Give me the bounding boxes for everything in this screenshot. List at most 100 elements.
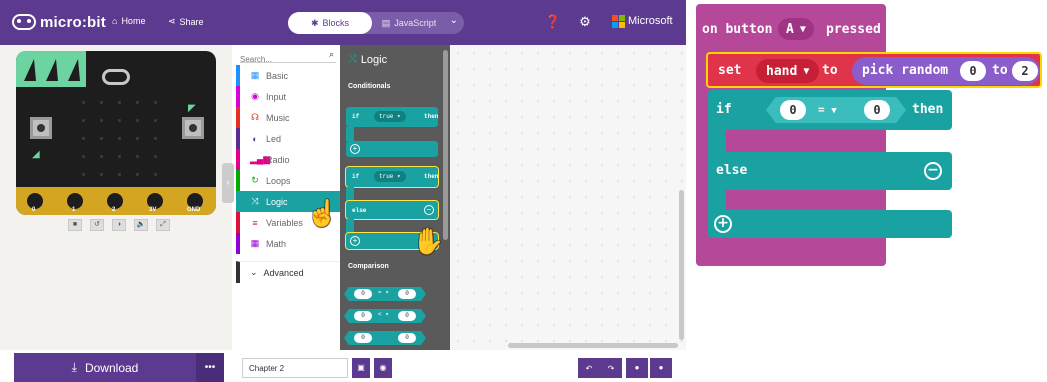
github-button[interactable]: ◉ [374, 358, 392, 378]
category-input[interactable]: ◉ Input [236, 86, 340, 107]
else-row: else − [708, 152, 952, 190]
minus-icon[interactable]: − [424, 205, 434, 215]
slowmo-button[interactable]: ◑ [112, 219, 126, 231]
mute-button[interactable]: 🔈 [134, 219, 148, 231]
if-label: if [352, 173, 360, 180]
category-math[interactable]: ▦ Math [236, 233, 340, 254]
category-label: Input [266, 91, 287, 102]
blocks-tab[interactable]: ✱ Blocks [288, 12, 372, 34]
set-variable-block[interactable]: set hand ▼ to pick random 0 to 2 [706, 52, 1042, 88]
category-label: Basic [266, 70, 289, 81]
search-input[interactable] [240, 53, 320, 66]
gear-icon[interactable]: ⚙ [576, 13, 594, 31]
editor-mode-toggle: ✱ Blocks ▤ JavaScript ⌄ [288, 12, 464, 34]
code-icon: ▤ [381, 17, 391, 28]
button-a[interactable] [30, 117, 52, 139]
comparison-block[interactable]: 0 = ▼ 0 [766, 97, 906, 123]
advanced-category[interactable]: ⌄ Advanced [236, 261, 340, 283]
if-else-block[interactable]: if 0 = ▼ 0 then [708, 90, 952, 130]
download-label: Download [84, 360, 139, 375]
undo-icon[interactable]: ↶ [586, 364, 593, 373]
category-basic[interactable]: ▦ Basic [236, 65, 340, 86]
chevron-down-icon[interactable]: ⌄ [450, 15, 458, 26]
stop-button[interactable]: ■ [68, 219, 82, 231]
plus-icon[interactable]: + [350, 236, 360, 246]
compare-operator[interactable]: < ▾ [378, 311, 389, 318]
button-b[interactable] [182, 117, 204, 139]
workspace-scrollbar-vertical[interactable] [679, 190, 684, 340]
blocks-workspace[interactable] [450, 45, 686, 350]
microsoft-label[interactable]: Microsoft [628, 15, 673, 27]
restart-button[interactable]: ↺ [90, 219, 104, 231]
javascript-tab[interactable]: ▤ JavaScript [374, 12, 444, 34]
pin-label: 1 [72, 207, 76, 213]
led-matrix [74, 93, 164, 183]
category-label: Math [266, 238, 287, 249]
save-button[interactable]: ▣ [352, 358, 370, 378]
share-button[interactable]: ⋖ Share [168, 16, 204, 27]
minus-circle-icon[interactable]: − [924, 162, 942, 180]
project-name-input[interactable] [242, 358, 348, 378]
search-icon[interactable]: ⌕ [329, 49, 334, 60]
compare-right-input[interactable]: 0 [864, 100, 890, 120]
compare-left-input[interactable]: 0 [780, 100, 806, 120]
true-dropdown[interactable]: true ▾ [374, 111, 406, 122]
random-from-input[interactable]: 0 [960, 61, 986, 81]
plus-icon[interactable]: + [350, 144, 360, 154]
collapse-simulator-button[interactable]: ‹ [222, 163, 234, 203]
compare-block[interactable]: 0 < ▾ 0 [344, 309, 426, 323]
redo-icon[interactable]: ↷ [608, 364, 615, 373]
compare-right-value[interactable]: 0 [398, 289, 416, 299]
compare-left-value[interactable]: 0 [354, 333, 372, 343]
zoom-in-button[interactable]: ● [650, 358, 672, 378]
home-icon: ⌂ [112, 16, 118, 26]
fullscreen-button[interactable]: ⤢ [156, 219, 170, 231]
list-icon: ≡ [252, 217, 258, 228]
compare-right-value[interactable]: 0 [398, 333, 416, 343]
category-music[interactable]: ☊ Music [236, 107, 340, 128]
else-label: else [352, 207, 367, 214]
help-icon[interactable]: ❓ [544, 13, 562, 31]
category-label: Variables [266, 217, 303, 228]
share-label: Share [179, 16, 204, 27]
zoom-out-icon: ● [634, 363, 640, 372]
category-label: Led [266, 133, 282, 144]
compare-right-value[interactable]: 0 [398, 311, 416, 321]
variable-dropdown[interactable]: hand ▼ [756, 59, 820, 83]
compare-left-value[interactable]: 0 [354, 311, 372, 321]
workspace-scrollbar-horizontal[interactable] [508, 343, 678, 348]
else-row: else − [345, 200, 439, 220]
compare-block[interactable]: 0 = ▾ 0 [344, 287, 426, 301]
if-then-block[interactable]: if true ▾ then [346, 107, 438, 127]
category-loops[interactable]: ↻ Loops [236, 170, 340, 191]
pick-random-block[interactable]: pick random 0 to 2 [852, 57, 1040, 85]
pin-label: 0 [32, 207, 36, 213]
if-else-block[interactable]: if true ▾ then [345, 166, 439, 188]
microbit-board: ◢ ◤ 0 1 2 3V GND [16, 51, 216, 215]
button-dropdown[interactable]: A ▼ [778, 18, 814, 40]
compare-operator[interactable]: = ▾ [378, 289, 389, 296]
zoom-out-button[interactable]: ● [626, 358, 648, 378]
category-led[interactable]: ◐ Led [236, 128, 340, 149]
simulator-controls: ■ ↺ ◑ 🔈 ⤢ [68, 219, 170, 231]
if-label: if [716, 102, 732, 117]
brand-logo[interactable]: micro:bit [12, 12, 106, 32]
more-options-button[interactable]: ••• [196, 353, 224, 382]
download-button[interactable]: ⤓ Download [14, 353, 196, 382]
home-button[interactable]: ⌂ Home [112, 16, 145, 26]
hand-cursor-icon: ☝ [306, 198, 339, 228]
plus-circle-icon[interactable]: + [714, 215, 732, 233]
block-arm [346, 187, 354, 201]
if-block-arm [708, 130, 726, 152]
compare-left-value[interactable]: 0 [354, 289, 372, 299]
random-to-input[interactable]: 2 [1012, 61, 1038, 81]
flyout-scrollbar[interactable] [443, 50, 448, 240]
category-label: Music [266, 112, 290, 123]
toggle-icon: ◐ [252, 133, 258, 144]
category-radio[interactable]: ▂▄▆ Radio [236, 149, 340, 170]
section-comparison: Comparison [348, 263, 389, 270]
operator-dropdown[interactable]: = ▼ [818, 103, 837, 116]
to-label: to [822, 63, 838, 78]
true-dropdown[interactable]: true ▾ [374, 171, 406, 182]
compare-block[interactable]: 00 [344, 331, 426, 345]
